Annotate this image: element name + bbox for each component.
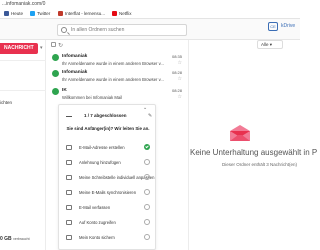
star-icon[interactable]: ☆ (178, 76, 182, 82)
chevron-down-icon[interactable]: ⌄ (143, 105, 147, 111)
mail-preview: Willkommen bei Infomaniak Mail (62, 95, 123, 100)
progress-label: 1 / 7 abgeschlossen (84, 113, 127, 118)
bookmark-twitter[interactable]: Twitter (30, 11, 50, 16)
avatar[interactable]: CE (268, 22, 278, 31)
envelope-icon (230, 125, 250, 141)
account-icon (66, 220, 72, 225)
mail-time: 08:28 (171, 88, 182, 93)
sidebar-item-label[interactable]: ichten (0, 100, 12, 105)
select-all-checkbox[interactable] (51, 42, 56, 47)
kdrive-link[interactable]: kDrive (281, 22, 297, 31)
mail-time: 08:28 (171, 70, 182, 75)
progress-bar (66, 116, 72, 117)
task-item[interactable]: Mein Konto sichern (66, 233, 150, 245)
mail-preview: Ihr Anmeldename wurde in einem anderen B… (62, 61, 164, 66)
compose-icon (66, 205, 72, 210)
search-icon (61, 27, 67, 33)
address-bar[interactable]: ...infomaniak.com/0 (0, 0, 300, 8)
mail-preview: Ihr Anmeldename wurde in einem anderen B… (62, 77, 164, 82)
sender-avatar (52, 70, 59, 77)
check-icon (144, 159, 150, 165)
star-icon[interactable]: ☆ (178, 94, 182, 100)
check-icon (144, 219, 150, 225)
mail-sender: IK (62, 88, 67, 93)
task-item[interactable]: E-Mail verfassen (66, 203, 150, 215)
sender-avatar (52, 54, 59, 61)
netflix-icon (112, 11, 117, 16)
check-icon (144, 174, 150, 180)
attachment-icon (66, 160, 72, 165)
chevron-down-icon[interactable]: ▾ (40, 43, 46, 54)
task-item[interactable]: E-Mail-Adresse erstellen (66, 143, 150, 155)
sidebar (0, 40, 46, 250)
bookmarks-bar: Heute Twitter Interflat - lernensu... Ne… (0, 8, 300, 19)
refresh-icon[interactable]: ↻ (58, 42, 63, 49)
task-item[interactable]: Auf Konto zugreifen (66, 218, 150, 230)
star-icon[interactable]: ☆ (178, 60, 182, 66)
search-input[interactable]: In allen Ordnern suchen (57, 24, 187, 36)
reading-pane (188, 40, 300, 250)
divider (0, 60, 46, 61)
new-message-button[interactable]: NACHRICHT (0, 43, 38, 54)
empty-state-subtitle: Dieser Ordner enthält 3 Nachricht(en) (222, 162, 298, 167)
list-toolbar (47, 40, 187, 50)
bookmark-netflix[interactable]: Netflix (112, 11, 132, 16)
pencil-icon[interactable]: ✎ (148, 113, 152, 119)
bookmark-heute[interactable]: Heute (4, 11, 23, 16)
sync-icon (66, 190, 72, 195)
sender-avatar (52, 88, 59, 95)
bookmark-icon (58, 11, 63, 16)
onboarding-text: Sie sind Anfänger(in)? Wir leiten Sie an… (66, 126, 150, 131)
task-item[interactable]: Meine Schreibstelle individuell anpassen (66, 173, 154, 185)
mail-sender: Infomaniak (62, 70, 88, 75)
filter-select[interactable]: Alle ▾ (257, 40, 283, 49)
chevron-down-icon: ▾ (269, 42, 273, 47)
empty-state-title: Keine Unterhaltung ausgewählt in P (190, 148, 318, 157)
check-icon (144, 234, 150, 240)
check-icon (144, 204, 150, 210)
bookmark-interflat[interactable]: Interflat - lernensu... (58, 11, 105, 16)
url-text: ...infomaniak.com/0 (2, 1, 46, 7)
check-icon (144, 189, 150, 195)
mail-time: 08:35 (171, 54, 182, 59)
list-item[interactable]: Infomaniak Ihr Anmeldename wurde in eine… (52, 69, 182, 89)
bird-icon (30, 11, 35, 16)
lock-icon (66, 235, 72, 240)
storage-note: verbraucht (13, 237, 30, 241)
bookmark-icon (4, 11, 9, 16)
check-icon (144, 144, 150, 150)
search-placeholder: In allen Ordnern suchen (71, 27, 125, 33)
task-item[interactable]: Meine E-Mails synchronisieren (66, 188, 150, 200)
layout-icon (66, 175, 72, 180)
task-item[interactable]: Anlehnung hinzufügen (66, 158, 150, 170)
storage-indicator: 0 GB verbraucht (0, 236, 30, 242)
mail-sender: Infomaniak (62, 54, 88, 59)
storage-value: 0 GB (0, 236, 12, 242)
envelope-icon (66, 145, 72, 150)
divider (0, 90, 46, 91)
